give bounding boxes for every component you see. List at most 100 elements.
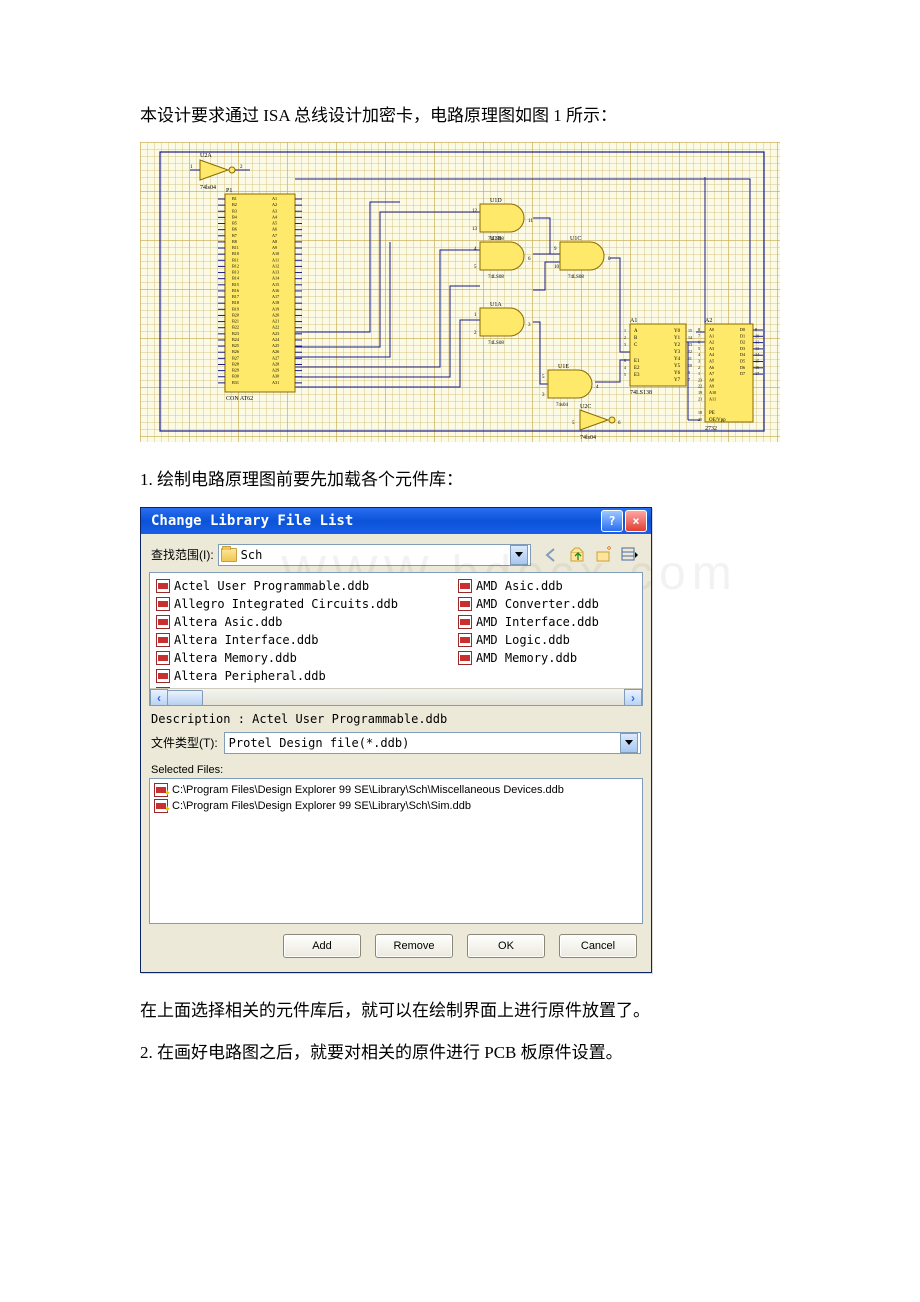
svg-text:D2: D2 bbox=[740, 340, 745, 345]
svg-text:18: 18 bbox=[698, 410, 702, 415]
part-u1b: U1B74LS08456 bbox=[474, 236, 531, 280]
svg-text:E2: E2 bbox=[634, 366, 640, 371]
nav-new-folder-icon[interactable] bbox=[593, 545, 615, 565]
selected-file-item[interactable]: ✦C:\Program Files\Design Explorer 99 SE\… bbox=[154, 782, 638, 798]
svg-text:A24: A24 bbox=[272, 337, 280, 342]
file-name: AMD Converter.ddb bbox=[476, 597, 599, 611]
after-dialog-text: 在上面选择相关的元件库后，就可以在绘制界面上进行原件放置了。 bbox=[140, 995, 780, 1027]
file-item[interactable]: AMD Converter.ddb bbox=[458, 595, 599, 613]
svg-text:3: 3 bbox=[528, 323, 531, 328]
svg-text:B6: B6 bbox=[232, 227, 237, 232]
add-button[interactable]: Add bbox=[283, 934, 361, 958]
svg-text:D3: D3 bbox=[740, 346, 745, 351]
svg-text:A20: A20 bbox=[272, 313, 279, 318]
svg-text:A: A bbox=[634, 329, 638, 334]
selected-file-item[interactable]: ✦C:\Program Files\Design Explorer 99 SE\… bbox=[154, 798, 638, 814]
svg-text:74LS08: 74LS08 bbox=[488, 341, 504, 346]
cancel-button[interactable]: Cancel bbox=[559, 934, 637, 958]
svg-text:A19: A19 bbox=[272, 307, 279, 312]
svg-text:U1E: U1E bbox=[558, 364, 569, 370]
svg-text:74LS08: 74LS08 bbox=[488, 275, 504, 280]
nav-back-icon[interactable] bbox=[541, 545, 563, 565]
svg-text:B24: B24 bbox=[232, 337, 240, 342]
folder-icon bbox=[221, 548, 237, 562]
filetype-dropdown-icon[interactable] bbox=[620, 733, 638, 753]
svg-text:B31: B31 bbox=[232, 380, 239, 385]
svg-text:B25: B25 bbox=[232, 343, 239, 348]
ddb-file-icon bbox=[458, 597, 472, 611]
svg-text:B3: B3 bbox=[232, 209, 237, 214]
step1-text: 1. 绘制电路原理图前要先加载各个元件库： bbox=[140, 464, 780, 496]
svg-text:A5: A5 bbox=[709, 359, 714, 364]
schematic-svg: U2A 74ls04 1 2 P1 CON AT62 U1D74LS081213… bbox=[140, 142, 780, 442]
svg-text:A2: A2 bbox=[272, 202, 277, 207]
ok-button[interactable]: OK bbox=[467, 934, 545, 958]
file-name: Actel User Programmable.ddb bbox=[174, 579, 369, 593]
part-u2a: U2A 74ls04 1 2 bbox=[190, 153, 250, 191]
scroll-thumb[interactable] bbox=[167, 690, 203, 706]
svg-text:7: 7 bbox=[688, 377, 690, 382]
part-u1e: U1E74s04534 bbox=[542, 364, 599, 408]
file-item[interactable]: Altera Asic.ddb bbox=[156, 613, 398, 631]
file-item[interactable]: Altera Peripheral.ddb bbox=[156, 667, 398, 685]
svg-text:B26: B26 bbox=[232, 350, 239, 355]
svg-text:E1: E1 bbox=[634, 359, 640, 364]
svg-text:A9: A9 bbox=[272, 245, 277, 250]
svg-text:U2A: U2A bbox=[200, 153, 212, 159]
svg-text:A6: A6 bbox=[709, 365, 714, 370]
svg-text:A7: A7 bbox=[272, 233, 277, 238]
combo-dropdown-icon[interactable] bbox=[510, 545, 528, 565]
look-in-combo[interactable]: Sch bbox=[218, 544, 531, 566]
svg-text:5: 5 bbox=[572, 421, 575, 426]
nav-up-icon[interactable] bbox=[567, 545, 589, 565]
svg-text:5: 5 bbox=[698, 346, 700, 351]
remove-button[interactable]: Remove bbox=[375, 934, 453, 958]
svg-text:10: 10 bbox=[688, 363, 692, 368]
file-item[interactable]: Allegro Integrated Circuits.ddb bbox=[156, 595, 398, 613]
svg-text:A3: A3 bbox=[272, 209, 277, 214]
svg-text:Y7: Y7 bbox=[674, 378, 681, 383]
file-item[interactable]: AMD Memory.ddb bbox=[458, 649, 599, 667]
selected-file-path: C:\Program Files\Design Explorer 99 SE\L… bbox=[172, 800, 471, 812]
svg-text:3: 3 bbox=[624, 342, 626, 347]
filetype-combo[interactable]: Protel Design file(*.ddb) bbox=[224, 732, 641, 754]
nav-view-menu-icon[interactable] bbox=[619, 545, 641, 565]
svg-text:B15: B15 bbox=[232, 282, 239, 287]
svg-text:B11: B11 bbox=[232, 245, 239, 250]
file-item[interactable]: Altera Interface.ddb bbox=[156, 631, 398, 649]
file-item[interactable]: AMD Logic.ddb bbox=[458, 631, 599, 649]
svg-text:1: 1 bbox=[624, 328, 626, 333]
svg-text:B18: B18 bbox=[232, 300, 239, 305]
file-item[interactable]: Altera Memory.ddb bbox=[156, 649, 398, 667]
svg-text:11: 11 bbox=[688, 356, 692, 361]
file-item[interactable]: AMD Asic.ddb bbox=[458, 577, 599, 595]
svg-text:10: 10 bbox=[755, 334, 759, 339]
file-item[interactable]: Actel User Programmable.ddb bbox=[156, 577, 398, 595]
help-button[interactable]: ? bbox=[601, 510, 623, 532]
horizontal-scrollbar[interactable]: ‹ › bbox=[150, 688, 642, 705]
schematic-figure: U2A 74ls04 1 2 P1 CON AT62 U1D74LS081213… bbox=[140, 142, 780, 442]
svg-text:A8: A8 bbox=[709, 378, 714, 383]
svg-text:A6: A6 bbox=[272, 227, 277, 232]
svg-text:A9: A9 bbox=[709, 384, 714, 389]
svg-text:B13: B13 bbox=[232, 270, 239, 275]
svg-text:1: 1 bbox=[474, 313, 477, 318]
svg-text:D6: D6 bbox=[740, 365, 745, 370]
scroll-right-icon[interactable]: › bbox=[624, 689, 642, 706]
svg-text:A23: A23 bbox=[272, 331, 279, 336]
svg-text:5: 5 bbox=[542, 375, 545, 380]
selected-files-list[interactable]: ✦C:\Program Files\Design Explorer 99 SE\… bbox=[149, 778, 643, 924]
svg-text:15: 15 bbox=[688, 328, 692, 333]
svg-text:A17: A17 bbox=[272, 294, 279, 299]
file-item[interactable]: AMD Interface.ddb bbox=[458, 613, 599, 631]
svg-text:B29: B29 bbox=[232, 368, 239, 373]
svg-text:A14: A14 bbox=[272, 276, 280, 281]
intro-text: 本设计要求通过 ISA 总线设计加密卡，电路原理图如图 1 所示： bbox=[140, 100, 780, 132]
close-button[interactable]: × bbox=[625, 510, 647, 532]
selected-file-path: C:\Program Files\Design Explorer 99 SE\L… bbox=[172, 784, 564, 796]
file-name: Altera Interface.ddb bbox=[174, 633, 319, 647]
file-list[interactable]: Actel User Programmable.ddb Allegro Integ… bbox=[149, 572, 643, 706]
svg-text:2: 2 bbox=[624, 335, 626, 340]
svg-text:A11: A11 bbox=[709, 397, 716, 402]
scroll-left-icon[interactable]: ‹ bbox=[150, 689, 168, 706]
